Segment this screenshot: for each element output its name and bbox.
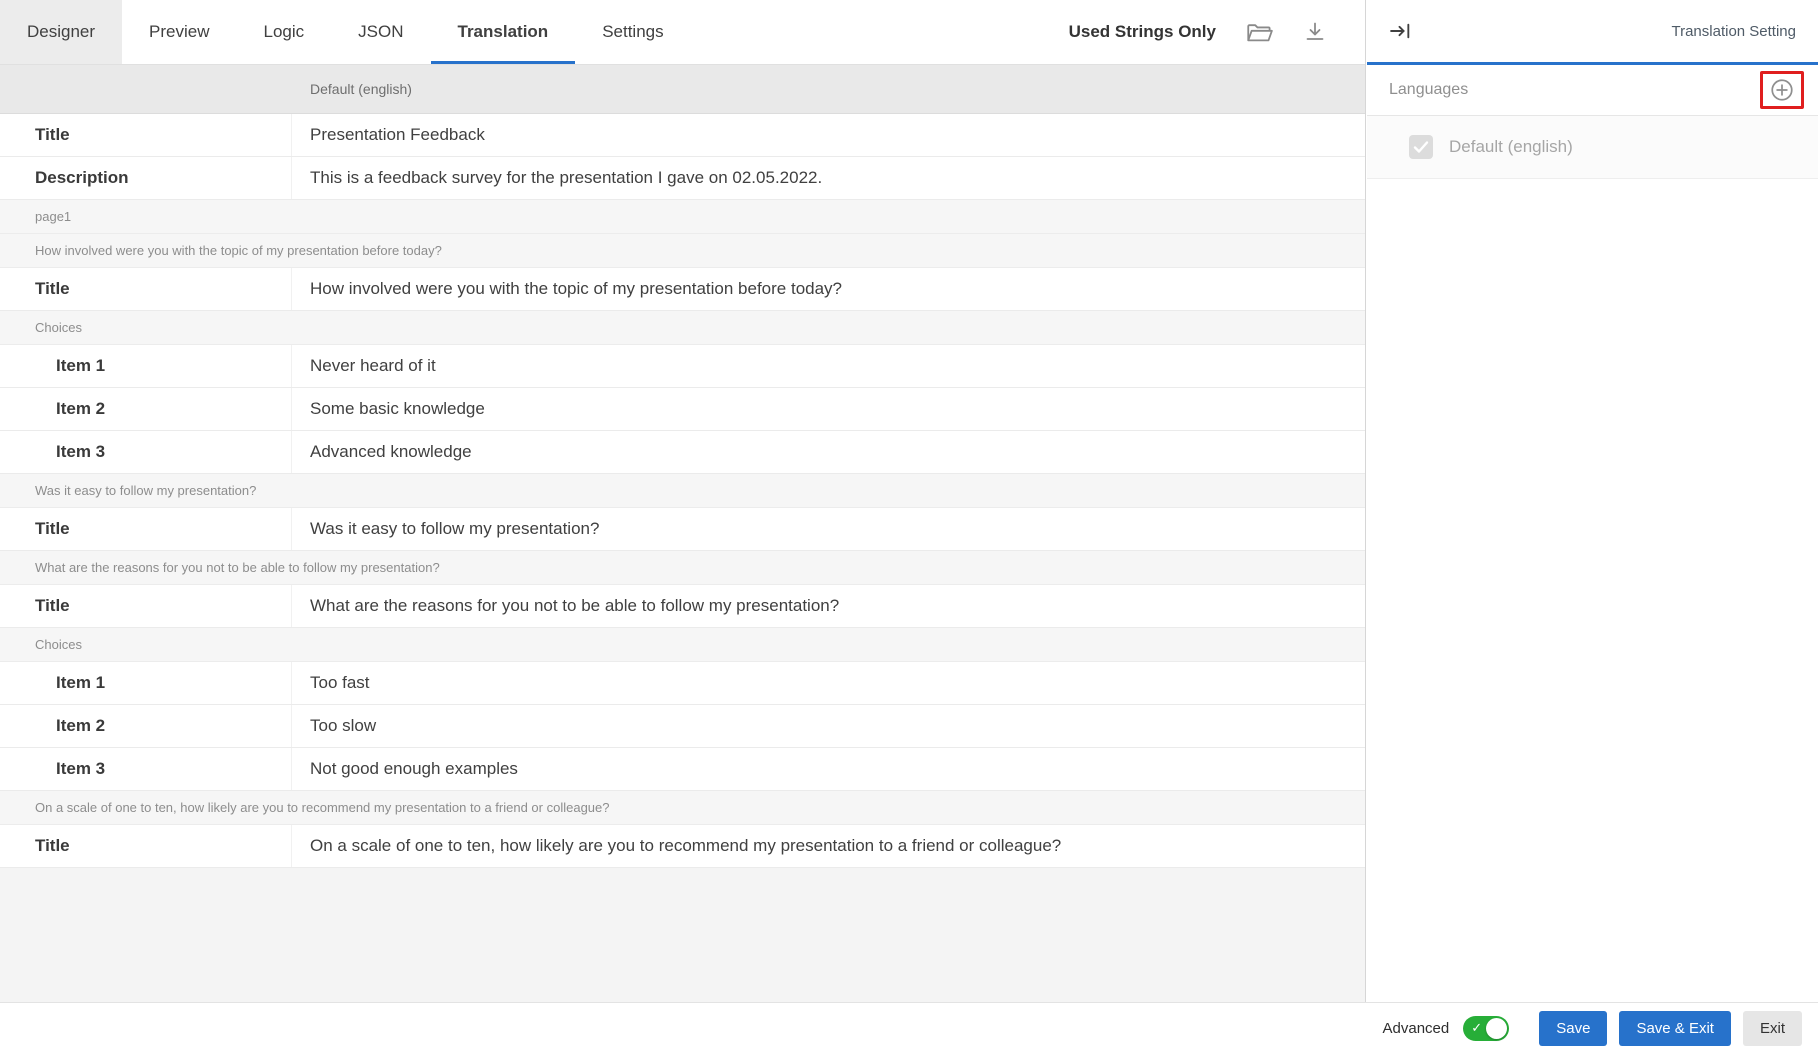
exit-button[interactable]: Exit <box>1743 1011 1802 1046</box>
translation-value-cell[interactable]: Some basic knowledge <box>292 388 1365 430</box>
table-group-row: How involved were you with the topic of … <box>0 234 1365 268</box>
export-download-button[interactable] <box>1303 20 1327 44</box>
tab-json[interactable]: JSON <box>331 0 430 64</box>
download-icon <box>1303 20 1327 44</box>
translation-main-area: DesignerPreviewLogicJSONTranslationSetti… <box>0 0 1366 1002</box>
row-label: Item 3 <box>0 431 292 473</box>
table-header-row: Default (english) <box>0 65 1365 114</box>
add-language-button[interactable] <box>1769 77 1795 103</box>
toggle-knob <box>1486 1018 1507 1039</box>
translation-value-cell[interactable]: Was it easy to follow my presentation? <box>292 508 1365 550</box>
row-label: Item 1 <box>0 662 292 704</box>
table-header-language-label: Default (english) <box>292 81 412 97</box>
translation-value-cell[interactable]: Too fast <box>292 662 1365 704</box>
row-label: Title <box>0 114 292 156</box>
panel-header: Translation Setting <box>1367 0 1818 65</box>
translation-table: Default (english) TitlePresentation Feed… <box>0 65 1365 868</box>
row-label: Title <box>0 268 292 310</box>
plus-circle-icon <box>1769 77 1795 103</box>
row-label: Title <box>0 508 292 550</box>
table-group-row: On a scale of one to ten, how likely are… <box>0 791 1365 825</box>
advanced-label: Advanced <box>1383 1020 1450 1037</box>
translation-value-cell[interactable]: This is a feedback survey for the presen… <box>292 157 1365 199</box>
group-label: What are the reasons for you not to be a… <box>35 560 440 575</box>
folder-icon <box>1246 21 1273 44</box>
table-group-row: Choices <box>0 628 1365 662</box>
collapse-arrow-icon <box>1389 21 1412 41</box>
translation-value-cell[interactable]: Too slow <box>292 705 1365 747</box>
table-data-row: Item 3Advanced knowledge <box>0 431 1365 474</box>
group-label: Choices <box>35 637 82 652</box>
collapse-panel-button[interactable] <box>1389 21 1412 41</box>
table-data-row: TitleHow involved were you with the topi… <box>0 268 1365 311</box>
default-language-checkbox[interactable] <box>1409 135 1433 159</box>
tab-bar-tabs: DesignerPreviewLogicJSONTranslationSetti… <box>0 0 691 64</box>
row-label: Title <box>0 825 292 867</box>
table-group-row: page1 <box>0 200 1365 234</box>
table-data-row: Item 2Some basic knowledge <box>0 388 1365 431</box>
table-group-row: Was it easy to follow my presentation? <box>0 474 1365 508</box>
tab-settings[interactable]: Settings <box>575 0 690 64</box>
tab-logic[interactable]: Logic <box>237 0 332 64</box>
panel-title: Translation Setting <box>1671 23 1796 40</box>
translation-settings-panel: Translation Setting Languages Default (e… <box>1367 0 1818 1002</box>
row-label: Title <box>0 585 292 627</box>
table-data-row: Item 1Never heard of it <box>0 345 1365 388</box>
table-data-row: TitleWhat are the reasons for you not to… <box>0 585 1365 628</box>
tab-bar-right-toolbar: Used Strings Only <box>1069 0 1365 64</box>
tab-preview[interactable]: Preview <box>122 0 236 64</box>
group-label: Choices <box>35 320 82 335</box>
table-data-row: TitleOn a scale of one to ten, how likel… <box>0 825 1365 868</box>
translation-value-cell[interactable]: Never heard of it <box>292 345 1365 387</box>
table-group-row: Choices <box>0 311 1365 345</box>
used-strings-only-selector[interactable]: Used Strings Only <box>1069 22 1216 42</box>
row-label: Description <box>0 157 292 199</box>
table-data-row: Item 2Too slow <box>0 705 1365 748</box>
translation-value-cell[interactable]: Advanced knowledge <box>292 431 1365 473</box>
row-label: Item 2 <box>0 388 292 430</box>
table-data-row: DescriptionThis is a feedback survey for… <box>0 157 1365 200</box>
languages-row: Languages <box>1367 65 1818 116</box>
default-language-label: Default (english) <box>1449 137 1573 157</box>
import-folder-button[interactable] <box>1246 21 1273 44</box>
tab-bar: DesignerPreviewLogicJSONTranslationSetti… <box>0 0 1365 65</box>
table-data-row: TitleWas it easy to follow my presentati… <box>0 508 1365 551</box>
group-label: page1 <box>35 209 71 224</box>
languages-label: Languages <box>1389 81 1468 99</box>
table-data-row: TitlePresentation Feedback <box>0 114 1365 157</box>
table-group-row: What are the reasons for you not to be a… <box>0 551 1365 585</box>
table-rows: TitlePresentation FeedbackDescriptionThi… <box>0 114 1365 868</box>
footer-toolbar: Advanced ✓ Save Save & Exit Exit <box>0 1002 1818 1054</box>
row-label: Item 3 <box>0 748 292 790</box>
translation-value-cell[interactable]: What are the reasons for you not to be a… <box>292 585 1365 627</box>
translation-value-cell[interactable]: Not good enough examples <box>292 748 1365 790</box>
tab-designer[interactable]: Designer <box>0 0 122 64</box>
translation-value-cell[interactable]: How involved were you with the topic of … <box>292 268 1365 310</box>
tab-translation[interactable]: Translation <box>431 0 576 64</box>
translation-value-cell[interactable]: Presentation Feedback <box>292 114 1365 156</box>
row-label: Item 2 <box>0 705 292 747</box>
row-label: Item 1 <box>0 345 292 387</box>
table-data-row: Item 3Not good enough examples <box>0 748 1365 791</box>
table-data-row: Item 1Too fast <box>0 662 1365 705</box>
save-button[interactable]: Save <box>1539 1011 1607 1046</box>
group-label: Was it easy to follow my presentation? <box>35 483 256 498</box>
survey-creator-app: DesignerPreviewLogicJSONTranslationSetti… <box>0 0 1818 1054</box>
translation-value-cell[interactable]: On a scale of one to ten, how likely are… <box>292 825 1365 867</box>
annotation-highlight-box <box>1760 71 1804 109</box>
advanced-toggle[interactable]: ✓ <box>1463 1016 1509 1041</box>
group-label: How involved were you with the topic of … <box>35 243 442 258</box>
default-language-row: Default (english) <box>1367 116 1818 179</box>
group-label: On a scale of one to ten, how likely are… <box>35 800 610 815</box>
save-and-exit-button[interactable]: Save & Exit <box>1619 1011 1731 1046</box>
toggle-check-icon: ✓ <box>1471 1020 1482 1036</box>
checkmark-icon <box>1413 140 1429 154</box>
